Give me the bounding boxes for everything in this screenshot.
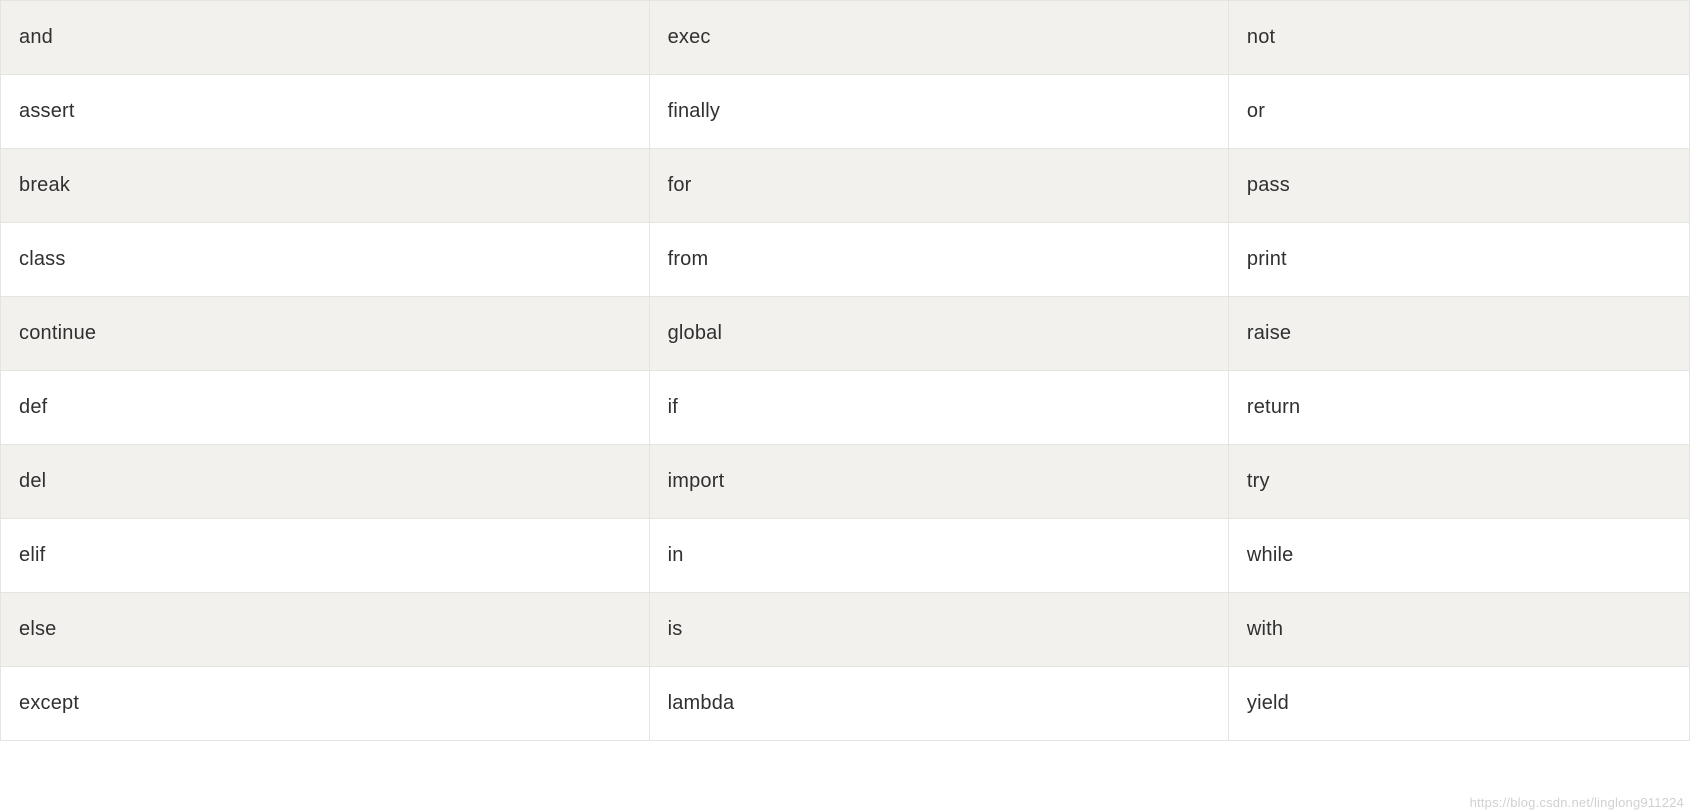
table-cell: else [1, 593, 650, 667]
table-cell: break [1, 149, 650, 223]
table-cell: with [1228, 593, 1689, 667]
table-cell: except [1, 667, 650, 741]
table-cell: print [1228, 223, 1689, 297]
table-row: else is with [1, 593, 1690, 667]
table-row: elif in while [1, 519, 1690, 593]
table-row: assert finally or [1, 75, 1690, 149]
table-cell: pass [1228, 149, 1689, 223]
table-cell: global [649, 297, 1228, 371]
table-row: break for pass [1, 149, 1690, 223]
table-cell: continue [1, 297, 650, 371]
keywords-table: and exec not assert finally or break for… [0, 0, 1690, 741]
table-cell: assert [1, 75, 650, 149]
table-cell: return [1228, 371, 1689, 445]
table-row: and exec not [1, 1, 1690, 75]
table-cell: or [1228, 75, 1689, 149]
table-cell: is [649, 593, 1228, 667]
table-cell: import [649, 445, 1228, 519]
table-cell: while [1228, 519, 1689, 593]
table-row: def if return [1, 371, 1690, 445]
table-row: except lambda yield [1, 667, 1690, 741]
table-cell: exec [649, 1, 1228, 75]
table-cell: not [1228, 1, 1689, 75]
table-cell: yield [1228, 667, 1689, 741]
table-cell: try [1228, 445, 1689, 519]
table-cell: lambda [649, 667, 1228, 741]
table-row: del import try [1, 445, 1690, 519]
keywords-table-wrapper: and exec not assert finally or break for… [0, 0, 1690, 741]
table-row: class from print [1, 223, 1690, 297]
table-cell: def [1, 371, 650, 445]
table-cell: finally [649, 75, 1228, 149]
table-cell: raise [1228, 297, 1689, 371]
watermark-text: https://blog.csdn.net/linglong911224 [1470, 795, 1684, 810]
table-cell: class [1, 223, 650, 297]
table-row: continue global raise [1, 297, 1690, 371]
table-cell: and [1, 1, 650, 75]
table-body: and exec not assert finally or break for… [1, 1, 1690, 741]
table-cell: del [1, 445, 650, 519]
table-cell: in [649, 519, 1228, 593]
table-cell: elif [1, 519, 650, 593]
table-cell: from [649, 223, 1228, 297]
table-cell: if [649, 371, 1228, 445]
table-cell: for [649, 149, 1228, 223]
